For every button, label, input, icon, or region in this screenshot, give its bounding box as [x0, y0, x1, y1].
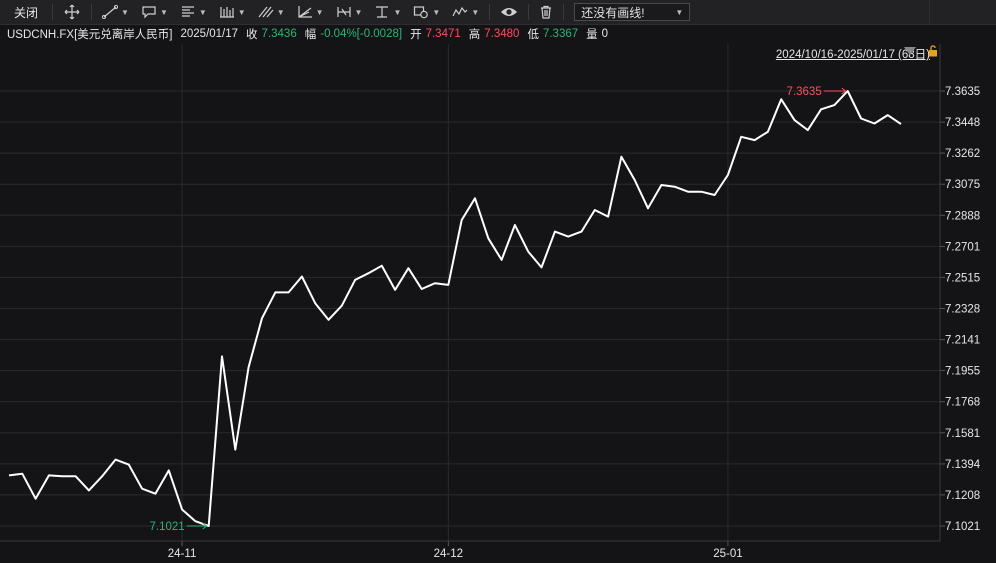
x-tick-label: 24-11 [168, 548, 197, 560]
y-tick-label: 7.1581 [945, 428, 980, 440]
y-tick-label: 7.3262 [945, 148, 980, 160]
y-tick-label: 7.1208 [945, 490, 980, 502]
y-tick-label: 7.1394 [945, 459, 981, 471]
max-annotation-label: 7.3635 [787, 86, 822, 98]
y-tick-label: 7.1768 [945, 397, 980, 409]
y-tick-label: 7.2141 [945, 335, 980, 347]
x-tick-label: 25-01 [713, 548, 742, 560]
y-tick-label: 7.2515 [945, 272, 980, 284]
min-annotation-label: 7.1021 [150, 521, 185, 533]
y-tick-label: 7.2328 [945, 304, 980, 316]
y-tick-label: 7.3635 [945, 86, 980, 98]
y-tick-label: 7.1955 [945, 366, 980, 378]
price-line-chart: 7.3635 7.3448 7.3262 7.3075 7.2888 7.2701 7.25… [0, 44, 981, 560]
y-tick-label: 7.3448 [945, 117, 980, 129]
y-tick-label: 7.2701 [945, 241, 980, 253]
y-tick-label: 7.2888 [945, 210, 980, 222]
y-tick-label: 7.3075 [945, 179, 980, 191]
x-tick-label: 24-12 [434, 548, 463, 560]
y-tick-label: 7.1021 [945, 521, 980, 533]
